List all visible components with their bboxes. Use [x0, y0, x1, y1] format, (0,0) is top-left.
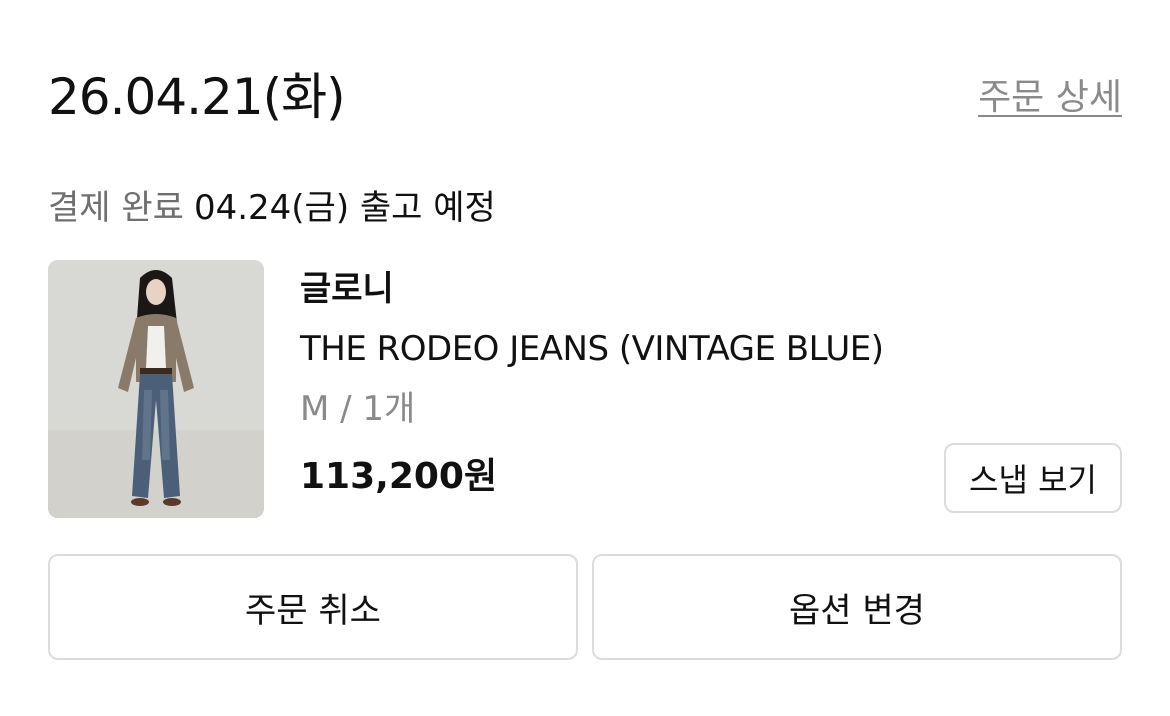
order-date: 26.04.21(화) [48, 68, 346, 126]
order-detail-link[interactable]: 주문 상세 [978, 74, 1122, 122]
brand-name[interactable]: 글로니 [300, 266, 394, 312]
product-name[interactable]: THE RODEO JEANS (VINTAGE BLUE) [300, 326, 884, 372]
product-price: 113,200원 [300, 456, 498, 497]
cancel-order-button[interactable]: 주문 취소 [48, 554, 578, 660]
order-status-line: 결제 완료 04.24(금) 출고 예정 [48, 186, 496, 230]
shipping-estimate: 04.24(금) 출고 예정 [193, 188, 496, 228]
view-snap-button[interactable]: 스냅 보기 [944, 443, 1122, 513]
payment-status: 결제 완료 [48, 188, 184, 228]
change-option-button[interactable]: 옵션 변경 [592, 554, 1122, 660]
product-option: M / 1개 [300, 389, 416, 429]
product-image[interactable] [48, 260, 264, 518]
